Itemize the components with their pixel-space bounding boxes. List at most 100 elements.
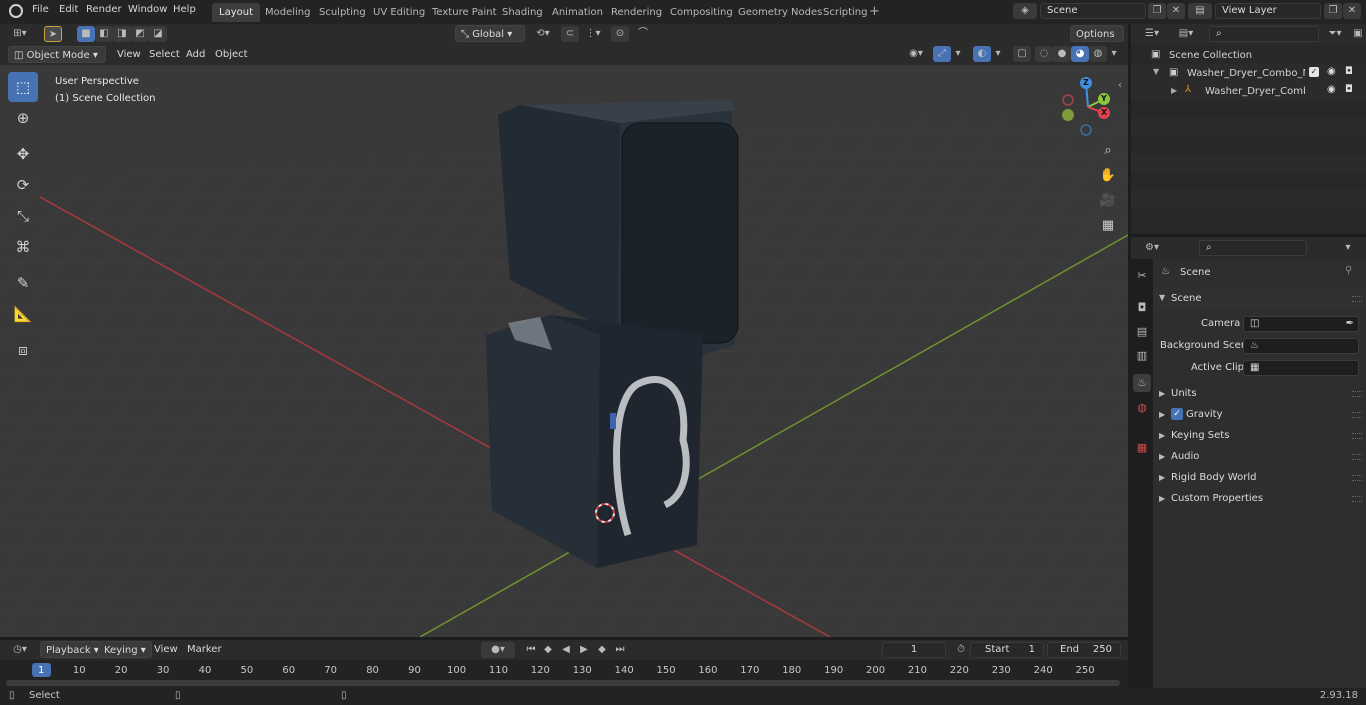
view-layer-selector-icon[interactable]: ▤ — [1188, 3, 1212, 19]
scene-selector-icon[interactable]: ◈ — [1013, 3, 1037, 19]
eye-icon[interactable]: ◉ — [1327, 66, 1336, 77]
camera-render-icon[interactable]: ◘ — [1345, 66, 1353, 77]
scene-panel-header[interactable]: ▼ Scene — [1153, 289, 1366, 309]
timeline-ruler[interactable]: 1 10 20 30 40 50 60 70 80 90 100 110 120 130 140 150 160… — [0, 660, 1128, 688]
shading-dropdown-icon[interactable]: ▾ — [1107, 46, 1121, 62]
scene-tab-icon[interactable]: ♨ — [1133, 374, 1151, 392]
camera-render-icon[interactable]: ◘ — [1345, 84, 1353, 95]
delete-view-layer-icon[interactable]: ✕ — [1343, 3, 1361, 19]
eye-icon[interactable]: ◉ — [1327, 84, 1336, 95]
tab-scripting[interactable]: Scripting — [816, 3, 874, 22]
measure-tool-icon[interactable]: 📐 — [8, 299, 38, 329]
drag-grip-icon[interactable] — [1352, 412, 1362, 418]
select-mode-new-icon[interactable]: ■ — [77, 26, 95, 42]
proportional-edit-icon[interactable]: ⊙ — [611, 26, 629, 42]
outliner-search-input[interactable]: ⌕ — [1209, 26, 1319, 42]
pin-icon[interactable]: ⚲ — [1345, 265, 1352, 276]
timeline-marker-menu[interactable]: Marker — [182, 641, 227, 658]
tool-tab-icon[interactable]: ✂ — [1133, 267, 1151, 285]
pan-hand-icon[interactable]: ✋ — [1097, 165, 1119, 187]
new-collection-icon[interactable]: ▣ — [1351, 26, 1365, 42]
overlays-dropdown-icon[interactable]: ▾ — [991, 46, 1005, 62]
prev-keyframe-icon[interactable]: ◆ — [539, 642, 557, 658]
cursor-tool-icon[interactable]: ⊕ — [8, 103, 38, 133]
select-mode-subtract-icon[interactable]: ◨ — [113, 26, 131, 42]
eyedropper-icon[interactable]: ✒ — [1346, 317, 1354, 331]
rigid-body-world-panel-header[interactable]: ▶ Rigid Body World — [1153, 468, 1366, 488]
menu-file[interactable]: File — [32, 4, 49, 15]
menu-edit[interactable]: Edit — [59, 4, 78, 15]
view-layer-tab-icon[interactable]: ▥ — [1133, 347, 1151, 365]
move-tool-icon[interactable]: ✥ — [8, 139, 38, 169]
blender-logo-icon[interactable] — [9, 4, 23, 18]
tab-shading[interactable]: Shading — [495, 3, 550, 22]
tab-uv-editing[interactable]: UV Editing — [366, 3, 432, 22]
object-mode-dropdown[interactable]: ◫ Object Mode ▾ — [8, 46, 106, 63]
expand-arrow-icon[interactable]: ▼ — [1153, 67, 1159, 76]
add-menu[interactable]: Add — [181, 46, 210, 63]
camera-view-icon[interactable]: 🎥 — [1097, 190, 1119, 212]
end-frame-field[interactable]: End 250 — [1047, 642, 1121, 658]
record-icon[interactable]: ●▾ — [481, 642, 515, 658]
tab-compositing[interactable]: Compositing — [663, 3, 740, 22]
outliner-row-object[interactable]: ▶ ⅄ Washer_Dryer_Combo_M ◉ ◘ — [1131, 82, 1366, 100]
tab-animation[interactable]: Animation — [545, 3, 610, 22]
tab-layout[interactable]: Layout — [212, 3, 260, 22]
transform-orientation-dropdown[interactable]: ⤡ Global ▾ — [455, 25, 525, 42]
select-box-tool-icon[interactable]: ⬚ — [8, 72, 38, 102]
zoom-icon[interactable]: ⌕ — [1097, 140, 1119, 162]
select-tool-icon[interactable]: ➤ — [44, 26, 62, 42]
snap-toggle-icon[interactable]: ⊂ — [561, 26, 579, 42]
shading-wireframe-icon[interactable]: ◌ — [1035, 46, 1053, 62]
outliner-row-collection[interactable]: ▼ ▣ Washer_Dryer_Combo_Machi ✓ ◉ ◘ — [1131, 64, 1366, 82]
render-tab-icon[interactable]: ◘ — [1133, 299, 1151, 317]
sidebar-toggle-icon[interactable]: ‹ — [1118, 80, 1122, 91]
gizmo-dropdown-icon[interactable]: ▾ — [951, 46, 965, 62]
outliner-row-scene-collection[interactable]: ▣ Scene Collection — [1131, 46, 1366, 64]
overlays-toggle-icon[interactable]: ◐ — [973, 46, 991, 62]
select-mode-intersect-icon[interactable]: ◪ — [149, 26, 167, 42]
tab-modeling[interactable]: Modeling — [258, 3, 318, 22]
select-menu[interactable]: Select — [144, 46, 185, 63]
display-mode-icon[interactable]: ▤▾ — [1173, 26, 1199, 42]
editor-type-icon[interactable]: ⊞▾ — [6, 26, 34, 42]
pivot-point-icon[interactable]: ⟲▾ — [531, 26, 555, 42]
outliner-editor-type-icon[interactable]: ☰▾ — [1139, 26, 1165, 42]
drag-grip-icon[interactable] — [1352, 296, 1362, 302]
3d-viewport[interactable]: User Perspective (1) Scene Collection Z … — [0, 65, 1128, 637]
play-icon[interactable]: ▶ — [575, 642, 593, 658]
texture-tab-icon[interactable]: ▦ — [1133, 439, 1151, 457]
drag-grip-icon[interactable] — [1352, 433, 1362, 439]
timeline-view-menu[interactable]: View — [149, 641, 183, 658]
expand-arrow-icon[interactable]: ▶ — [1171, 86, 1177, 95]
delete-scene-icon[interactable]: ✕ — [1167, 3, 1185, 19]
scale-tool-icon[interactable]: ⤡ — [8, 201, 38, 231]
timeline-editor-type-icon[interactable]: ◷▾ — [6, 642, 34, 658]
playback-dropdown[interactable]: Playback ▾ — [40, 641, 105, 658]
stopwatch-icon[interactable]: ⏱ — [952, 642, 970, 658]
object-menu[interactable]: Object — [210, 46, 253, 63]
view-menu[interactable]: View — [112, 46, 146, 63]
drag-grip-icon[interactable] — [1352, 391, 1362, 397]
keying-dropdown[interactable]: Keying ▾ — [98, 641, 152, 658]
gravity-checkbox[interactable]: ✓ — [1171, 408, 1183, 420]
play-reverse-icon[interactable]: ◀ — [557, 642, 575, 658]
snap-target-icon[interactable]: ⋮▾ — [580, 26, 606, 42]
timeline-scrollbar[interactable] — [6, 680, 1120, 686]
drag-grip-icon[interactable] — [1352, 496, 1362, 502]
xray-toggle-icon[interactable]: ▢ — [1013, 46, 1031, 62]
active-clip-field[interactable]: ▦ — [1243, 360, 1359, 376]
add-cube-tool-icon[interactable]: ⧈ — [8, 335, 38, 365]
audio-panel-header[interactable]: ▶ Audio — [1153, 447, 1366, 467]
add-workspace-icon[interactable]: + — [869, 5, 880, 19]
new-view-layer-icon[interactable]: ❐ — [1324, 3, 1342, 19]
output-tab-icon[interactable]: ▤ — [1133, 323, 1151, 341]
gravity-panel-header[interactable]: ▶ ✓ Gravity — [1153, 405, 1366, 425]
keying-sets-panel-header[interactable]: ▶ Keying Sets — [1153, 426, 1366, 446]
rotate-tool-icon[interactable]: ⟳ — [8, 170, 38, 200]
properties-search-input[interactable]: ⌕ — [1199, 240, 1307, 256]
properties-editor-type-icon[interactable]: ⚙▾ — [1139, 240, 1165, 256]
tab-texture-paint[interactable]: Texture Paint — [425, 3, 504, 22]
drag-grip-icon[interactable] — [1352, 454, 1362, 460]
options-dropdown[interactable]: Options ▾ — [1070, 25, 1124, 57]
